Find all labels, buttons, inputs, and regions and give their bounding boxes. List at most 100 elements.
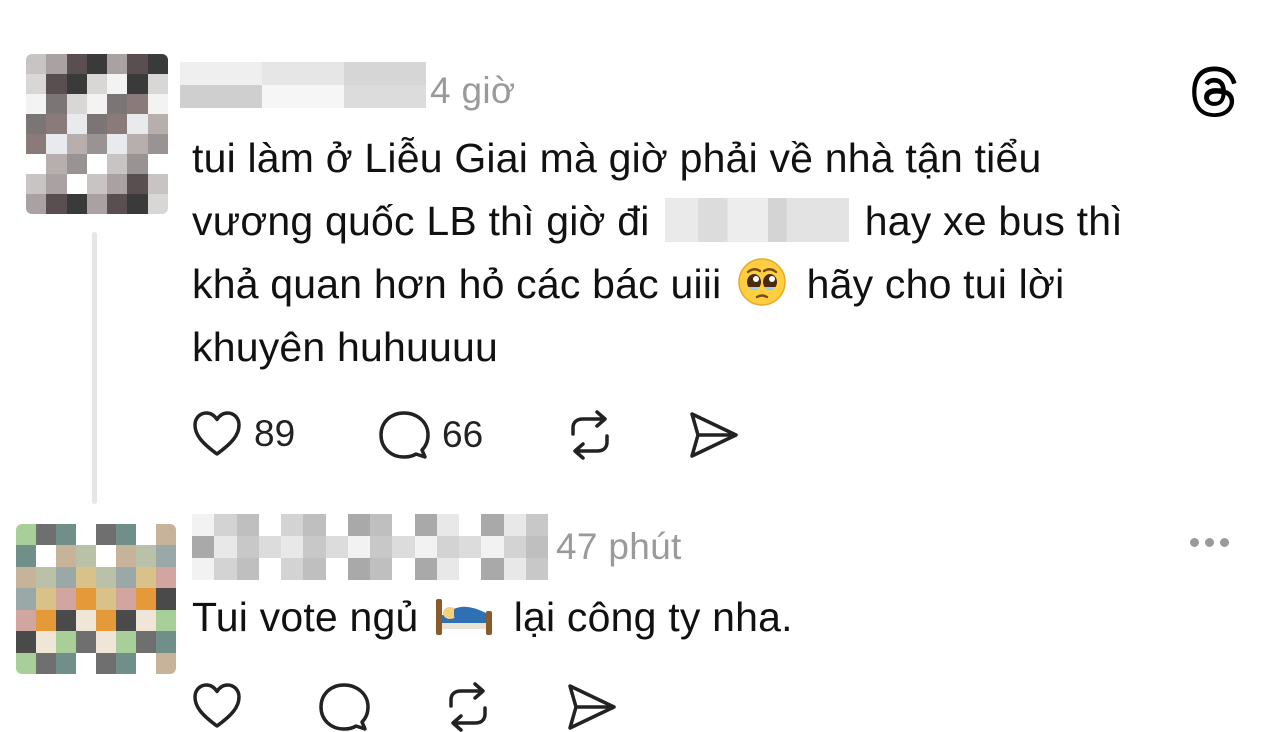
blur-pixel: [66, 134, 87, 154]
blur-pixel: [66, 154, 87, 174]
blur-pixel: [156, 609, 176, 632]
blur-pixel: [503, 514, 526, 536]
reply-count: 66: [442, 414, 484, 455]
blur-pixel: [26, 54, 47, 74]
blur-pixel: [200, 62, 221, 85]
blur-pixel: [127, 54, 148, 74]
blur-pixel: [26, 174, 47, 194]
repost-button[interactable]: [442, 682, 494, 732]
share-button[interactable]: [688, 410, 740, 460]
blur-pixel: [36, 588, 56, 610]
blur-pixel: [436, 514, 459, 536]
blur-pixel: [76, 566, 96, 589]
blur-pixel: [66, 74, 87, 94]
blur-pixel: [214, 558, 237, 580]
blur-pixel: [303, 536, 326, 558]
blur-pixel: [76, 524, 96, 546]
blur-pixel: [26, 134, 47, 154]
blur-pixel: [76, 652, 96, 674]
more-options-icon[interactable]: [1190, 538, 1229, 547]
reply-button[interactable]: [318, 682, 370, 732]
blur-pixel: [56, 609, 76, 632]
blur-pixel: [36, 545, 56, 567]
blur-pixel: [136, 652, 156, 674]
heart-icon: [193, 683, 241, 728]
blur-pixel: [147, 194, 168, 214]
speech-bubble-icon: [379, 411, 430, 459]
blur-pixel: [214, 536, 237, 558]
blur-pixel: [56, 566, 76, 589]
blur-pixel: [56, 545, 76, 567]
threads-logo-icon[interactable]: [1190, 66, 1242, 118]
blur-pixel: [147, 134, 168, 154]
blur-pixel: [56, 631, 76, 653]
avatar[interactable]: [26, 54, 168, 214]
blur-pixel: [16, 545, 36, 567]
like-button[interactable]: [192, 682, 242, 730]
blur-pixel: [481, 514, 504, 536]
avatar[interactable]: [16, 524, 176, 674]
repost-button[interactable]: [564, 410, 616, 460]
blur-pixel: [344, 85, 365, 108]
username-redacted[interactable]: [192, 514, 548, 580]
blur-pixel: [147, 174, 168, 194]
blur-pixel: [147, 54, 168, 74]
blur-pixel: [436, 536, 459, 558]
blur-pixel: [127, 134, 148, 154]
blur-pixel: [36, 524, 56, 546]
like-button[interactable]: 89: [192, 410, 295, 458]
blur-pixel: [96, 631, 116, 653]
blur-pixel: [26, 74, 47, 94]
pleading-face-emoji-icon: [738, 258, 786, 306]
blur-pixel: [147, 94, 168, 114]
blur-pixel: [107, 174, 128, 194]
bed-emoji-icon: [436, 599, 493, 636]
blur-pixel: [258, 514, 281, 536]
blur-pixel: [107, 74, 128, 94]
blur-pixel: [46, 94, 67, 114]
speech-bubble-icon: [319, 683, 370, 731]
blur-pixel: [46, 194, 67, 214]
blur-pixel: [525, 558, 548, 580]
redacted-text: [665, 198, 850, 243]
blur-pixel: [200, 85, 221, 108]
blur-pixel: [16, 588, 36, 610]
blur-pixel: [282, 62, 303, 85]
reply-button[interactable]: 66: [378, 410, 483, 460]
blur-pixel: [86, 134, 108, 154]
blur-pixel: [46, 114, 67, 134]
blur-pixel: [281, 536, 304, 558]
share-button[interactable]: [566, 682, 618, 732]
blur-pixel: [241, 62, 262, 85]
blur-pixel: [481, 536, 504, 558]
blur-pixel: [503, 558, 526, 580]
blur-pixel: [392, 514, 415, 536]
blur-pixel: [26, 154, 47, 174]
blur-pixel: [481, 558, 504, 580]
send-icon: [568, 684, 616, 730]
blur-pixel: [16, 631, 36, 653]
blur-pixel: [107, 154, 128, 174]
blur-pixel: [180, 62, 201, 85]
blur-pixel: [323, 62, 344, 85]
blur-pixel: [364, 85, 385, 108]
blur-pixel: [26, 114, 47, 134]
blur-pixel: [16, 566, 36, 589]
blur-pixel: [127, 194, 148, 214]
heart-icon: [193, 411, 241, 456]
blur-pixel: [370, 536, 393, 558]
blur-pixel: [36, 631, 56, 653]
blur-pixel: [221, 62, 242, 85]
blur-pixel: [136, 609, 156, 632]
blur-pixel: [66, 174, 87, 194]
blur-pixel: [303, 62, 324, 85]
username-redacted[interactable]: [180, 62, 426, 108]
blur-pixel: [156, 652, 176, 674]
blur-pixel: [127, 74, 148, 94]
blur-pixel: [96, 652, 116, 674]
blur-pixel: [46, 154, 67, 174]
blur-pixel: [258, 558, 281, 580]
blur-pixel: [86, 74, 108, 94]
blur-pixel: [156, 545, 176, 567]
blur-pixel: [344, 62, 365, 85]
